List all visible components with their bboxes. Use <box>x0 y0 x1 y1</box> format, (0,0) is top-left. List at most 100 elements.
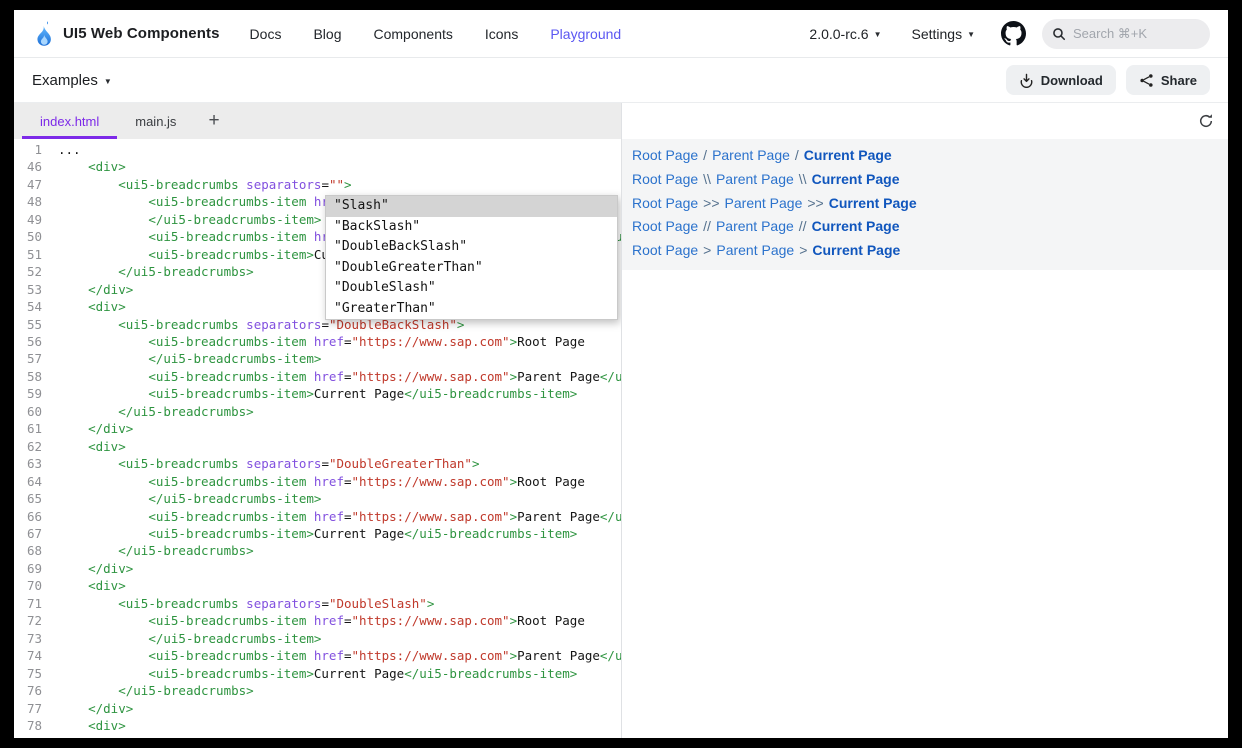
autocomplete-option[interactable]: "Slash" <box>326 196 617 217</box>
code-line[interactable]: 65 </ui5-breadcrumbs-item> <box>14 490 621 507</box>
code-line[interactable]: 60 </ui5-breadcrumbs> <box>14 403 621 420</box>
code-line[interactable]: 59 <ui5-breadcrumbs-item>Current Page</u… <box>14 385 621 402</box>
breadcrumb-link[interactable]: Parent Page <box>716 218 794 234</box>
code-line[interactable]: 46 <div> <box>14 158 621 175</box>
code-line[interactable]: 77 </div> <box>14 700 621 717</box>
tab-index-html[interactable]: index.html <box>22 103 117 139</box>
search-input[interactable] <box>1073 26 1193 41</box>
code-text: </ui5-breadcrumbs-item> <box>58 211 321 228</box>
code-line[interactable]: 71 <ui5-breadcrumbs separators="DoubleSl… <box>14 595 621 612</box>
line-number: 62 <box>14 438 58 455</box>
line-number: 50 <box>14 228 58 245</box>
code-line[interactable]: 68 </ui5-breadcrumbs> <box>14 542 621 559</box>
nav-item-blog[interactable]: Blog <box>313 26 341 42</box>
brand[interactable]: UI5 Web Components <box>32 20 220 47</box>
autocomplete-option[interactable]: "BackSlash" <box>326 217 617 238</box>
download-button[interactable]: Download <box>1006 65 1116 95</box>
nav-item-components[interactable]: Components <box>373 26 452 42</box>
autocomplete-option[interactable]: "DoubleGreaterThan" <box>326 258 617 279</box>
breadcrumb-link[interactable]: Parent Page <box>725 195 803 211</box>
github-icon <box>1001 21 1026 46</box>
code-line[interactable]: 56 <ui5-breadcrumbs-item href="https://w… <box>14 333 621 350</box>
code-text: <ui5-breadcrumbs-item href="https://www.… <box>58 333 585 350</box>
breadcrumb: Root Page/Parent Page/Current Page <box>632 144 1218 168</box>
code-line[interactable]: 69 </div> <box>14 560 621 577</box>
nav-item-playground[interactable]: Playground <box>550 26 621 42</box>
code-text: </ui5-breadcrumbs-item> <box>58 490 321 507</box>
code-line[interactable]: 73 </ui5-breadcrumbs-item> <box>14 630 621 647</box>
chevron-down-icon: ▼ <box>874 30 882 39</box>
code-line[interactable]: 76 </ui5-breadcrumbs> <box>14 682 621 699</box>
autocomplete-option[interactable]: "DoubleBackSlash" <box>326 237 617 258</box>
examples-dropdown[interactable]: Examples ▼ <box>32 72 112 89</box>
refresh-button[interactable] <box>1198 113 1214 129</box>
code-line[interactable]: 1... <box>14 141 621 158</box>
autocomplete-option[interactable]: "GreaterThan" <box>326 299 617 320</box>
version-menu[interactable]: 2.0.0-rc.6 ▼ <box>809 26 881 42</box>
code-line[interactable]: 62 <div> <box>14 438 621 455</box>
code-line[interactable]: 61 </div> <box>14 420 621 437</box>
code-line[interactable]: 64 <ui5-breadcrumbs-item href="https://w… <box>14 473 621 490</box>
breadcrumb-separator: >> <box>703 195 719 211</box>
breadcrumb-link[interactable]: Root Page <box>632 171 698 187</box>
breadcrumb: Root Page\\Parent Page\\Current Page <box>632 168 1218 192</box>
code-area[interactable]: "Slash""BackSlash""DoubleBackSlash""Doub… <box>14 139 621 738</box>
settings-menu[interactable]: Settings ▼ <box>911 26 975 42</box>
autocomplete-option[interactable]: "DoubleSlash" <box>326 278 617 299</box>
line-number: 46 <box>14 158 58 175</box>
search-icon <box>1052 27 1066 41</box>
code-line[interactable]: 57 </ui5-breadcrumbs-item> <box>14 350 621 367</box>
breadcrumb-separator: / <box>795 147 799 163</box>
line-number: 57 <box>14 350 58 367</box>
code-text: <ui5-breadcrumbs-item href="https://www.… <box>58 508 621 525</box>
chevron-down-icon: ▼ <box>104 77 112 86</box>
breadcrumb-link[interactable]: Parent Page <box>716 242 794 258</box>
code-text: </ui5-breadcrumbs-item> <box>58 630 321 647</box>
code-text: <div> <box>58 717 126 734</box>
nav-item-docs[interactable]: Docs <box>250 26 282 42</box>
code-line[interactable]: 70 <div> <box>14 577 621 594</box>
line-number: 66 <box>14 508 58 525</box>
code-text: </div> <box>58 700 133 717</box>
code-text: </div> <box>58 281 133 298</box>
code-text: </div> <box>58 560 133 577</box>
breadcrumb-link[interactable]: Root Page <box>632 195 698 211</box>
code-line[interactable]: 58 <ui5-breadcrumbs-item href="https://w… <box>14 368 621 385</box>
code-text: </div> <box>58 420 133 437</box>
code-text: <ui5-breadcrumbs-item>Current Page</ui5-… <box>58 525 577 542</box>
code-line[interactable]: 75 <ui5-breadcrumbs-item>Current Page</u… <box>14 665 621 682</box>
code-line[interactable]: 63 <ui5-breadcrumbs separators="DoubleGr… <box>14 455 621 472</box>
line-number: 75 <box>14 665 58 682</box>
download-label: Download <box>1041 73 1103 88</box>
code-text: <div> <box>58 438 126 455</box>
search-box[interactable] <box>1042 19 1210 49</box>
window-frame: UI5 Web Components Docs Blog Components Ico… <box>0 0 1242 748</box>
examples-label: Examples <box>32 72 98 89</box>
tab-main-js[interactable]: main.js <box>117 103 194 139</box>
code-text: <ui5-breadcrumbs separators="DoubleGreat… <box>58 455 480 472</box>
breadcrumb-separator: > <box>799 242 807 258</box>
code-line[interactable]: 72 <ui5-breadcrumbs-item href="https://w… <box>14 612 621 629</box>
nav-item-icons[interactable]: Icons <box>485 26 518 42</box>
line-number: 48 <box>14 193 58 210</box>
breadcrumb-link[interactable]: Parent Page <box>712 147 790 163</box>
breadcrumb-separator: / <box>703 147 707 163</box>
code-line[interactable]: 66 <ui5-breadcrumbs-item href="https://w… <box>14 508 621 525</box>
code-line[interactable]: 47 <ui5-breadcrumbs separators=""> <box>14 176 621 193</box>
version-label: 2.0.0-rc.6 <box>809 26 868 42</box>
examples-toolbar: Examples ▼ Download Share <box>14 58 1228 103</box>
breadcrumb-link[interactable]: Root Page <box>632 147 698 163</box>
code-line[interactable]: 78 <div> <box>14 717 621 734</box>
share-button[interactable]: Share <box>1126 65 1210 95</box>
breadcrumb-link[interactable]: Root Page <box>632 218 698 234</box>
code-line[interactable]: 67 <ui5-breadcrumbs-item>Current Page</u… <box>14 525 621 542</box>
preview-panel: Root Page/Parent Page/Current PageRoot P… <box>622 103 1228 738</box>
breadcrumb-link[interactable]: Root Page <box>632 242 698 258</box>
code-line[interactable]: 74 <ui5-breadcrumbs-item href="https://w… <box>14 647 621 664</box>
breadcrumb-separator: \\ <box>703 171 711 187</box>
line-number: 77 <box>14 700 58 717</box>
code-text: <ui5-breadcrumbs-item href="https://www.… <box>58 612 585 629</box>
github-link[interactable] <box>1001 21 1026 46</box>
add-tab-button[interactable]: + <box>194 103 233 139</box>
breadcrumb-link[interactable]: Parent Page <box>716 171 794 187</box>
